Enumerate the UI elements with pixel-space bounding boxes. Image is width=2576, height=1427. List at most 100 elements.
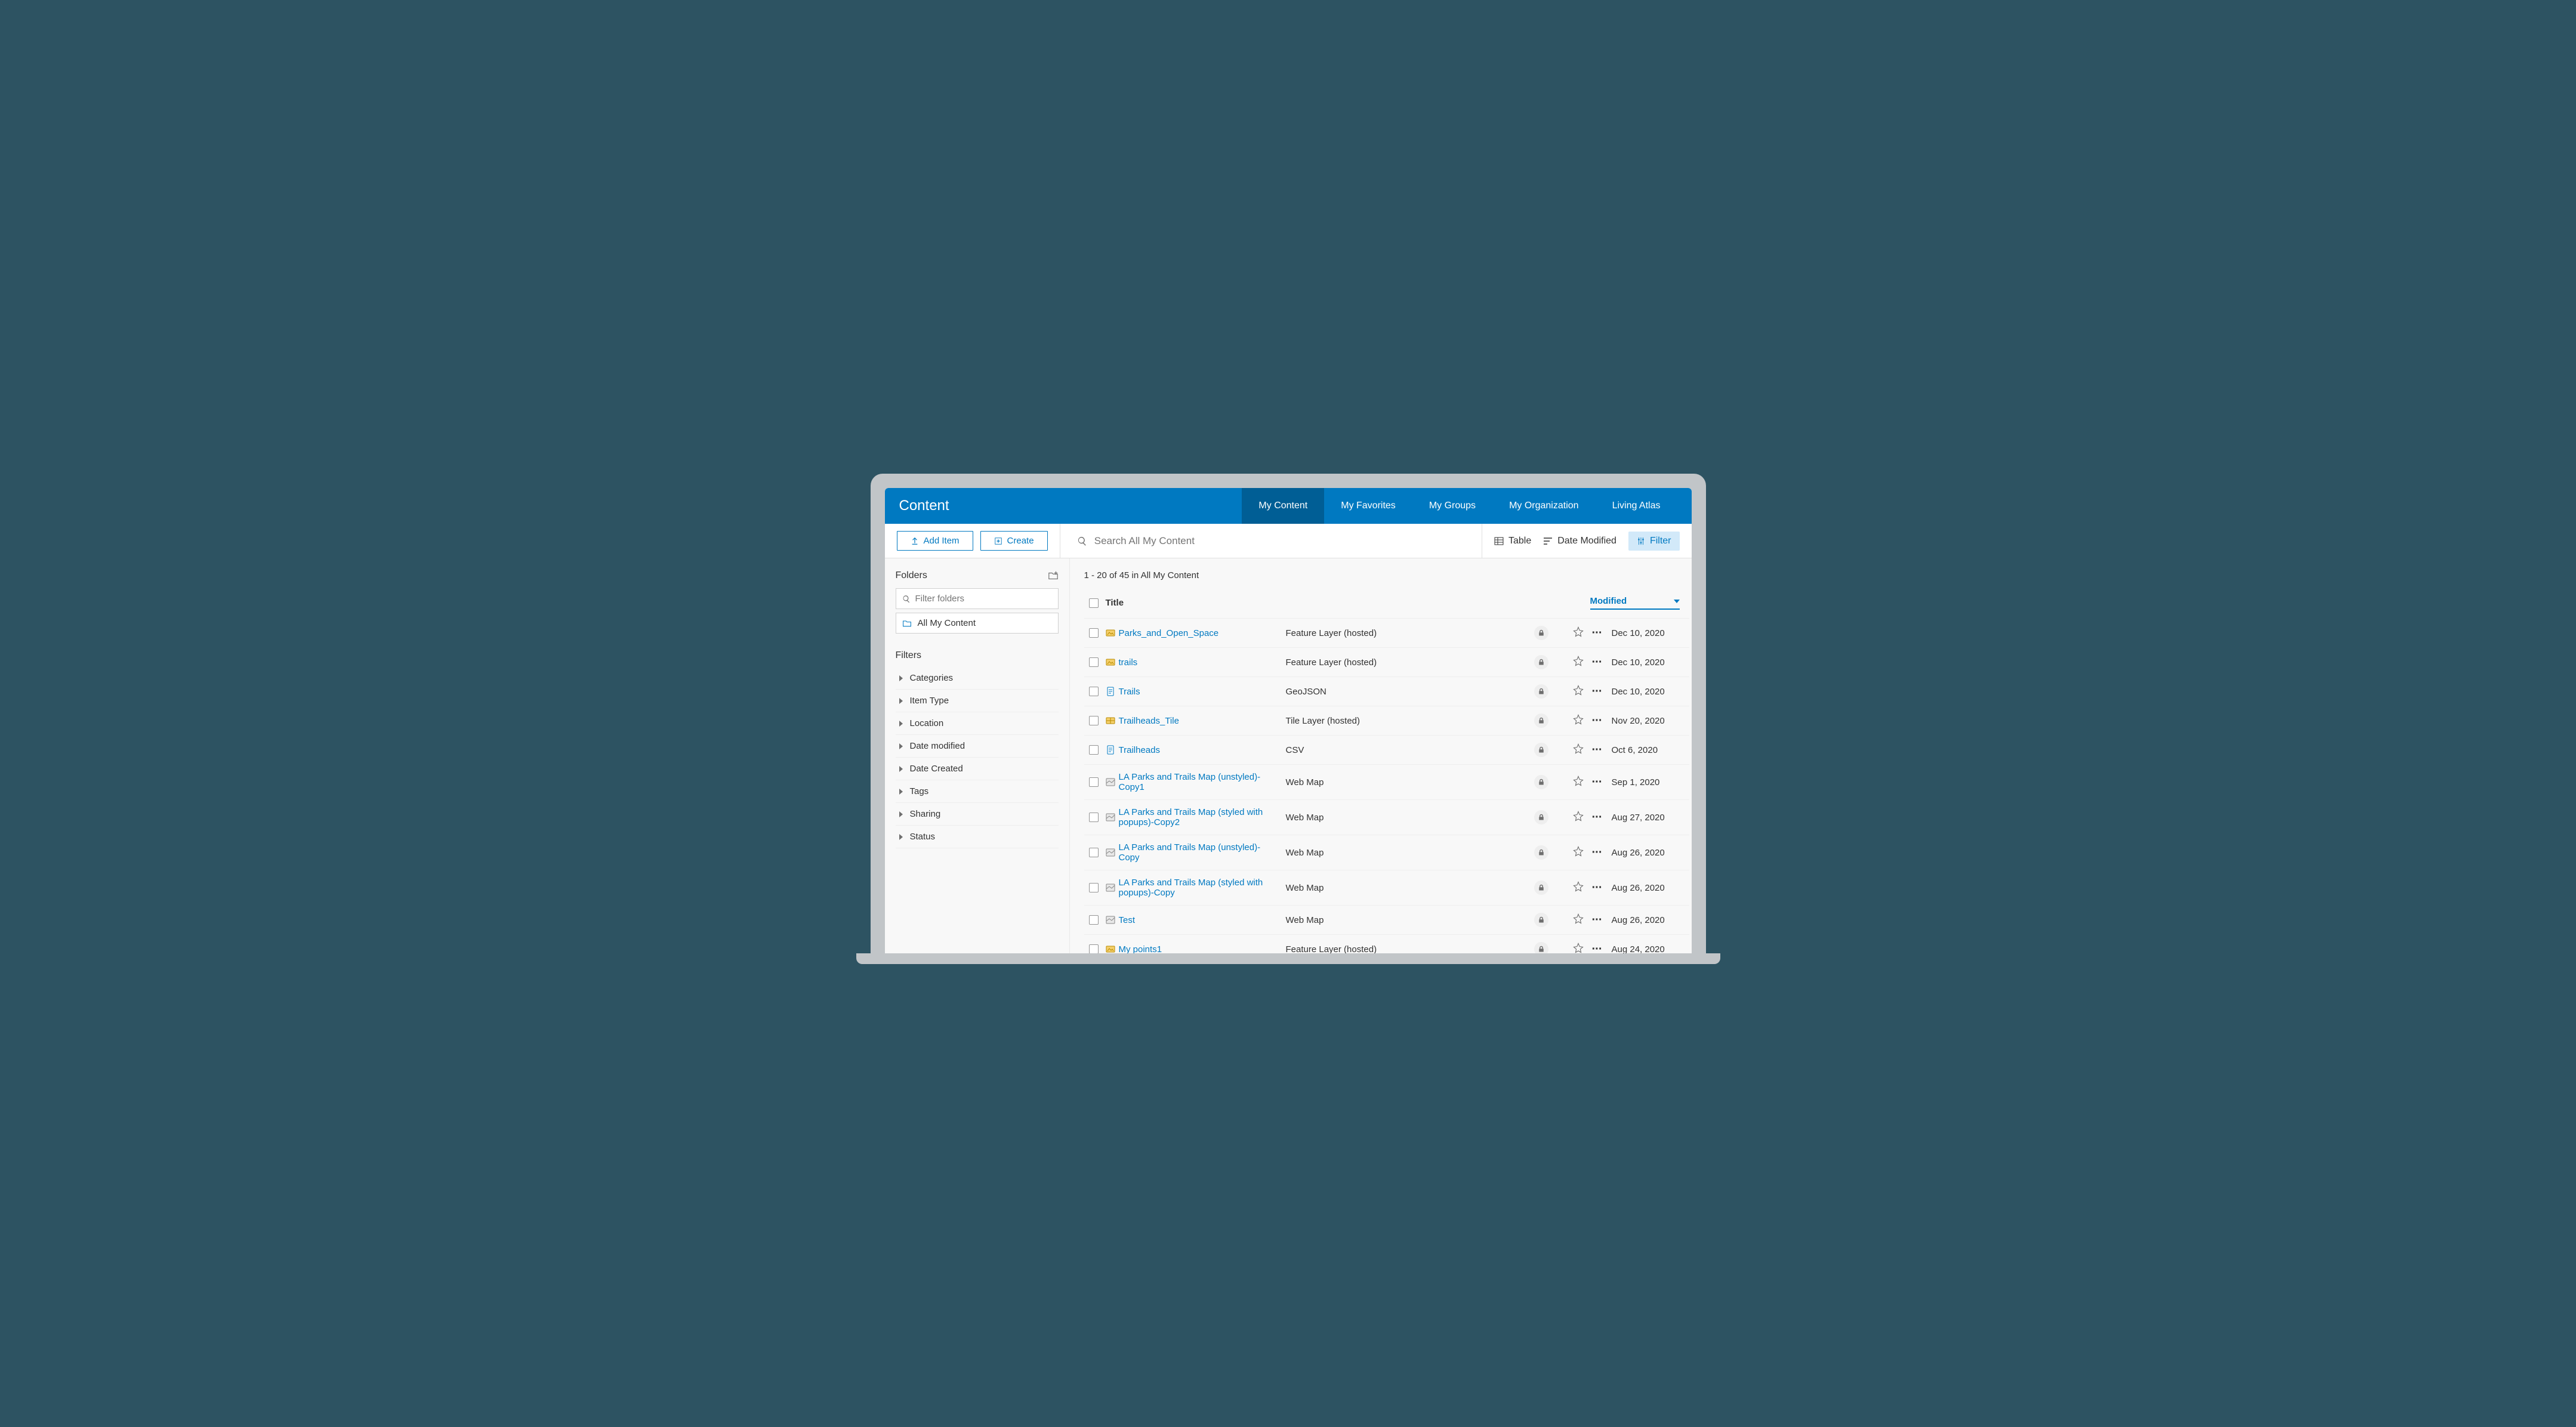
more-actions-button[interactable]: ··· bbox=[1592, 847, 1602, 858]
filter-item-type[interactable]: Item Type bbox=[896, 690, 1059, 712]
favorite-toggle[interactable] bbox=[1573, 881, 1584, 894]
view-table-toggle[interactable]: Table bbox=[1494, 536, 1531, 546]
header-nav: My ContentMy FavoritesMy GroupsMy Organi… bbox=[1242, 488, 1677, 524]
item-title-link[interactable]: Trails bbox=[1119, 687, 1286, 697]
filter-date-modified[interactable]: Date modified bbox=[896, 735, 1059, 758]
row-checkbox[interactable] bbox=[1089, 745, 1099, 755]
row-checkbox[interactable] bbox=[1089, 716, 1099, 725]
column-modified[interactable]: Modified bbox=[1590, 596, 1680, 610]
row-checkbox[interactable] bbox=[1089, 944, 1099, 953]
more-actions-button[interactable]: ··· bbox=[1592, 811, 1602, 823]
item-type-icon bbox=[1106, 944, 1119, 953]
row-checkbox[interactable] bbox=[1089, 628, 1099, 638]
item-title-link[interactable]: LA Parks and Trails Map (unstyled)-Copy bbox=[1119, 842, 1286, 863]
more-actions-button[interactable]: ··· bbox=[1592, 776, 1602, 788]
filter-label: Status bbox=[910, 832, 936, 842]
sharing-badge[interactable] bbox=[1534, 810, 1548, 824]
more-actions-button[interactable]: ··· bbox=[1592, 627, 1602, 639]
create-button[interactable]: Create bbox=[980, 531, 1048, 551]
sharing-badge[interactable] bbox=[1534, 881, 1548, 895]
upload-icon bbox=[911, 537, 919, 545]
item-modified-date: Aug 26, 2020 bbox=[1602, 848, 1680, 858]
row-checkbox[interactable] bbox=[1089, 883, 1099, 892]
tab-my-favorites[interactable]: My Favorites bbox=[1324, 488, 1412, 524]
item-title-link[interactable]: Test bbox=[1119, 915, 1286, 925]
filter-folders-input[interactable] bbox=[915, 594, 1052, 604]
table-header: Title Modified bbox=[1084, 590, 1689, 618]
row-checkbox[interactable] bbox=[1089, 915, 1099, 925]
column-title[interactable]: Title bbox=[1106, 598, 1590, 608]
sharing-badge[interactable] bbox=[1534, 626, 1548, 640]
item-modified-date: Dec 10, 2020 bbox=[1602, 628, 1680, 638]
table-row: Trailheads_TileTile Layer (hosted)···Nov… bbox=[1084, 706, 1689, 735]
filter-tags[interactable]: Tags bbox=[896, 780, 1059, 803]
more-actions-button[interactable]: ··· bbox=[1592, 715, 1602, 727]
favorite-toggle[interactable] bbox=[1573, 846, 1584, 859]
filter-status[interactable]: Status bbox=[896, 826, 1059, 848]
filter-date-created[interactable]: Date Created bbox=[896, 758, 1059, 780]
row-checkbox[interactable] bbox=[1089, 848, 1099, 857]
item-title-link[interactable]: My points1 bbox=[1119, 944, 1286, 954]
sharing-badge[interactable] bbox=[1534, 714, 1548, 728]
more-actions-button[interactable]: ··· bbox=[1592, 744, 1602, 756]
sidebar: Folders All My Content Filters Categorie… bbox=[885, 558, 1070, 953]
tab-my-groups[interactable]: My Groups bbox=[1412, 488, 1492, 524]
more-actions-button[interactable]: ··· bbox=[1592, 882, 1602, 894]
item-title-link[interactable]: Trailheads_Tile bbox=[1119, 716, 1286, 726]
favorite-toggle[interactable] bbox=[1573, 811, 1584, 824]
new-folder-icon[interactable] bbox=[1048, 570, 1059, 581]
sharing-badge[interactable] bbox=[1534, 775, 1548, 789]
item-modified-date: Aug 26, 2020 bbox=[1602, 915, 1680, 925]
sharing-badge[interactable] bbox=[1534, 743, 1548, 757]
sort-toggle[interactable]: Date Modified bbox=[1543, 536, 1616, 546]
filter-button[interactable]: Filter bbox=[1628, 532, 1680, 551]
select-all-checkbox[interactable] bbox=[1089, 598, 1099, 608]
item-title-link[interactable]: trails bbox=[1119, 657, 1286, 668]
item-title-link[interactable]: LA Parks and Trails Map (styled with pop… bbox=[1119, 878, 1286, 898]
sharing-badge[interactable] bbox=[1534, 655, 1548, 669]
row-checkbox[interactable] bbox=[1089, 813, 1099, 822]
folder-all-my-content[interactable]: All My Content bbox=[896, 613, 1059, 634]
favorite-toggle[interactable] bbox=[1573, 913, 1584, 926]
row-checkbox[interactable] bbox=[1089, 657, 1099, 667]
item-type-icon bbox=[1106, 883, 1119, 892]
item-title-link[interactable]: Trailheads bbox=[1119, 745, 1286, 755]
tab-my-organization[interactable]: My Organization bbox=[1492, 488, 1596, 524]
search-input[interactable] bbox=[1094, 535, 1465, 547]
item-title-link[interactable]: LA Parks and Trails Map (styled with pop… bbox=[1119, 807, 1286, 827]
more-actions-button[interactable]: ··· bbox=[1592, 685, 1602, 697]
sharing-badge[interactable] bbox=[1534, 942, 1548, 953]
item-type-icon bbox=[1106, 745, 1119, 755]
item-title-link[interactable]: LA Parks and Trails Map (unstyled)-Copy1 bbox=[1119, 772, 1286, 792]
chevron-right-icon bbox=[898, 789, 904, 795]
filter-location[interactable]: Location bbox=[896, 712, 1059, 735]
sharing-badge[interactable] bbox=[1534, 913, 1548, 927]
item-title-link[interactable]: Parks_and_Open_Space bbox=[1119, 628, 1286, 638]
favorite-toggle[interactable] bbox=[1573, 743, 1584, 756]
sharing-badge[interactable] bbox=[1534, 684, 1548, 699]
favorite-toggle[interactable] bbox=[1573, 685, 1584, 698]
filter-sharing[interactable]: Sharing bbox=[896, 803, 1059, 826]
favorite-toggle[interactable] bbox=[1573, 943, 1584, 953]
favorite-toggle[interactable] bbox=[1573, 714, 1584, 727]
more-actions-button[interactable]: ··· bbox=[1592, 914, 1602, 926]
add-item-button[interactable]: Add Item bbox=[897, 531, 973, 551]
more-actions-button[interactable]: ··· bbox=[1592, 656, 1602, 668]
filter-label: Location bbox=[910, 718, 944, 728]
tab-my-content[interactable]: My Content bbox=[1242, 488, 1324, 524]
tab-living-atlas[interactable]: Living Atlas bbox=[1596, 488, 1677, 524]
row-checkbox[interactable] bbox=[1089, 687, 1099, 696]
filter-categories[interactable]: Categories bbox=[896, 667, 1059, 690]
table-row: trailsFeature Layer (hosted)···Dec 10, 2… bbox=[1084, 647, 1689, 677]
favorite-toggle[interactable] bbox=[1573, 776, 1584, 789]
favorite-toggle[interactable] bbox=[1573, 656, 1584, 669]
lock-icon bbox=[1538, 717, 1545, 724]
favorite-toggle[interactable] bbox=[1573, 626, 1584, 640]
star-icon bbox=[1573, 846, 1584, 857]
item-type-label: CSV bbox=[1286, 745, 1417, 755]
more-actions-button[interactable]: ··· bbox=[1592, 943, 1602, 953]
item-type-label: Feature Layer (hosted) bbox=[1286, 628, 1417, 638]
sharing-badge[interactable] bbox=[1534, 845, 1548, 860]
view-table-label: Table bbox=[1508, 536, 1531, 546]
row-checkbox[interactable] bbox=[1089, 777, 1099, 787]
